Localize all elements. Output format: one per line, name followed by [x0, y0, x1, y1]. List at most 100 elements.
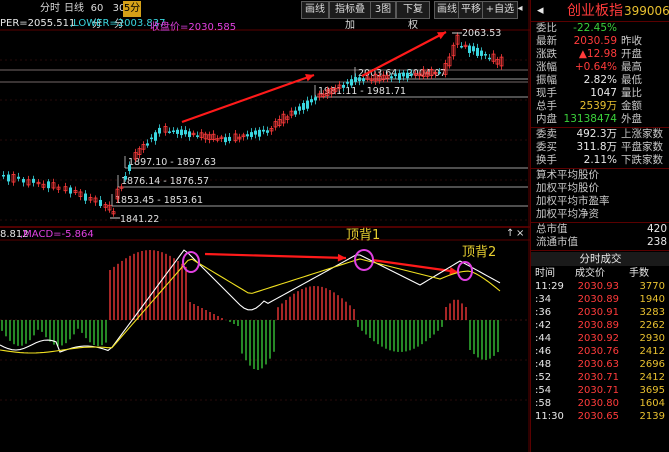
add-watchlist-button[interactable]: +自选	[482, 1, 518, 19]
tick-time: :58	[535, 398, 552, 409]
candle-body	[298, 106, 301, 111]
quote-right-label: 金额	[621, 100, 642, 112]
quote-value: 13138474	[563, 113, 617, 125]
index-code: 399006	[624, 4, 669, 18]
candle-body	[484, 54, 487, 56]
price-level-label: 1876.14 - 1876.57	[121, 176, 209, 187]
tick-time: :44	[535, 333, 552, 344]
quote-right-label: 下跌家数	[621, 154, 663, 166]
avg-stat-label: 算术平均股价	[536, 169, 599, 181]
candle-body	[362, 78, 365, 82]
cap-value: 420	[646, 223, 667, 235]
ticks-col-volume: 手数	[629, 268, 649, 279]
candle-body	[406, 72, 409, 79]
annotation-top-divergence-2: 顶背2	[462, 245, 496, 260]
indicator-overlay-button[interactable]: 指标叠加	[329, 1, 371, 31]
tick-price: 2030.65	[577, 411, 619, 422]
tick-price: 2030.76	[577, 346, 619, 357]
candle-body	[150, 137, 153, 140]
period-tab-5min[interactable]: 5分	[123, 1, 141, 17]
candle-body	[17, 176, 20, 179]
candle-body	[228, 136, 231, 141]
quote-right-label: 昨收	[621, 35, 642, 47]
quote-value: 2030.59	[573, 35, 617, 47]
tick-volume: 3283	[639, 307, 665, 318]
tick-price: 2030.89	[577, 294, 619, 305]
cap-value: 238	[646, 236, 667, 248]
weibi-value: -22.45%	[573, 22, 617, 34]
ticks-header[interactable]: 分时成交	[531, 252, 669, 266]
tick-volume: 1940	[639, 294, 665, 305]
candle-body	[258, 129, 261, 137]
candle-body	[196, 135, 199, 137]
candle-body	[69, 187, 72, 194]
draw-button[interactable]: 画线	[434, 1, 460, 19]
quote-value: 311.8万	[576, 141, 617, 153]
quote-value: 492.3万	[576, 128, 617, 140]
tick-volume: 2930	[639, 333, 665, 344]
kline-svg: 2003.64 - 2004.071981.11 - 1981.711897.1…	[0, 0, 530, 452]
candle-body	[354, 77, 357, 82]
candle-body	[314, 97, 317, 101]
collapse-icon[interactable]: ◂	[514, 1, 526, 17]
panel-close-icon: ×	[516, 228, 524, 239]
candle-body	[476, 47, 479, 56]
tick-price: 2030.80	[577, 398, 619, 409]
trend-arrow-1-head	[305, 74, 314, 82]
price-level-label: 1853.45 - 1853.61	[115, 195, 203, 206]
tick-time: :42	[535, 320, 552, 331]
quote-right-label: 最低	[621, 74, 642, 86]
tick-price: 2030.71	[577, 385, 619, 396]
panel-up-icon: ↑	[506, 228, 514, 239]
quote-value: 2.11%	[583, 154, 617, 166]
candle-body	[472, 46, 475, 52]
candle-body	[310, 99, 313, 103]
candle-body	[124, 176, 127, 180]
kline-chart-area[interactable]: 2003.64 - 2004.071981.11 - 1981.711897.1…	[0, 0, 530, 452]
tick-volume: 2696	[639, 359, 665, 370]
tick-volume: 3770	[639, 281, 665, 292]
tick-price: 2030.71	[577, 372, 619, 383]
period-tab-daily[interactable]: 日线	[62, 1, 86, 17]
tick-volume: 3695	[639, 385, 665, 396]
three-chart-button[interactable]: 3图	[370, 1, 396, 19]
candle-body	[438, 72, 441, 74]
candle-body	[2, 174, 5, 177]
tick-time: :46	[535, 346, 552, 357]
tick-price: 2030.63	[577, 359, 619, 370]
avg-stat-label: 加权平均市盈率	[536, 195, 610, 207]
candle-body	[246, 134, 249, 137]
high-price-label: 2063.53	[462, 28, 501, 39]
candle-body	[154, 132, 157, 141]
period-tab-60min[interactable]: 60分	[86, 1, 108, 30]
quote-panel: ◂ 创业板指 399006 委比 -22.45% 最新 2030.59 昨收 涨跌 ▲12.…	[530, 0, 669, 452]
adjust-button[interactable]: 下复权	[396, 1, 430, 31]
annotation-top-divergence-1: 顶背1	[346, 228, 380, 243]
prev-icon[interactable]: ◂	[537, 0, 544, 22]
period-tab-fenshi[interactable]: 分时	[38, 1, 62, 17]
quote-value: 2.82%	[583, 74, 617, 86]
candle-body	[7, 174, 10, 182]
panel-header: ◂ 创业板指 399006	[531, 0, 669, 22]
tick-time: 11:30	[535, 411, 564, 422]
indicator-upper: PER=2055.511	[0, 18, 76, 29]
panel-divider	[531, 250, 669, 251]
tick-time: :52	[535, 372, 552, 383]
candle-body	[184, 130, 187, 135]
candle-body	[358, 77, 361, 82]
candle-body	[22, 178, 25, 183]
candle-body	[47, 181, 50, 189]
candle-body	[488, 57, 491, 60]
candle-body	[398, 73, 401, 80]
quote-right-label: 平盘家数	[621, 141, 663, 153]
tick-time: :54	[535, 385, 552, 396]
candle-body	[410, 73, 413, 76]
pan-button[interactable]: 平移	[458, 1, 484, 19]
candle-body	[302, 103, 305, 110]
draw-line-button[interactable]: 画线	[301, 1, 329, 19]
candle-body	[266, 130, 269, 133]
candle-body	[342, 84, 345, 88]
candle-body	[99, 199, 102, 206]
low-price-label: 1841.22	[120, 214, 159, 225]
divergence-arrow-1	[204, 252, 347, 260]
